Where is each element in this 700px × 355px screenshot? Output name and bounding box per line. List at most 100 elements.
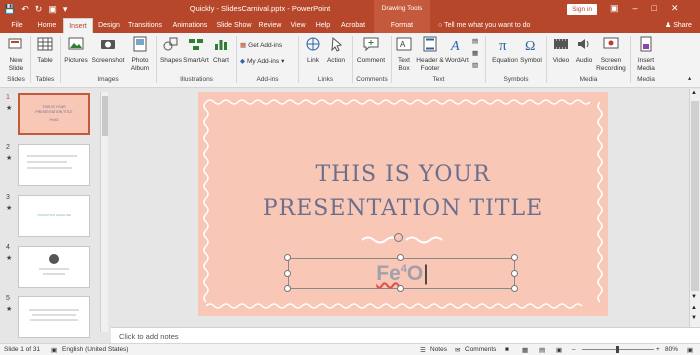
resize-handle[interactable] [284, 270, 291, 277]
equation-button[interactable]: π Equation [490, 36, 520, 65]
tab-help[interactable]: Help [312, 18, 334, 33]
screen-recording-button[interactable]: Screen Recording [596, 36, 626, 73]
sign-in-button[interactable]: Sign in [567, 4, 597, 15]
tab-file[interactable]: File [6, 18, 28, 33]
slide-title-line-2[interactable]: PRESENTATION TITLE [198, 196, 608, 221]
tab-format[interactable]: Format [374, 18, 430, 33]
minimize-icon[interactable]: – [633, 3, 638, 14]
tell-me-search[interactable]: ○ Tell me what you want to do [438, 18, 530, 33]
normal-view-icon[interactable]: ■ [505, 346, 509, 353]
slide-sorter-icon[interactable]: ▦ [522, 346, 528, 354]
notes-toggle[interactable]: Notes [430, 346, 447, 353]
subtitle-end: O [406, 262, 424, 285]
pictures-icon [68, 37, 84, 50]
maximize-icon[interactable]: □ [652, 3, 657, 14]
smartart-button[interactable]: SmartArt [183, 36, 209, 65]
store-icon: ▦ [240, 42, 247, 49]
slide-thumbnail-5[interactable] [18, 296, 90, 338]
group-label-symbols: Symbols [503, 76, 529, 83]
omega-icon: Ω [525, 39, 535, 54]
pictures-button[interactable]: Pictures [62, 36, 90, 65]
resize-handle[interactable] [511, 285, 518, 292]
tab-insert[interactable]: Insert [63, 18, 93, 33]
notes-pane[interactable]: Click to add notes [111, 327, 700, 343]
shapes-button[interactable]: Shapes [159, 36, 183, 65]
resize-handle[interactable] [511, 254, 518, 261]
insert-media-button[interactable]: Insert Media [633, 36, 659, 73]
reading-view-icon[interactable]: ▤ [539, 346, 545, 354]
scroll-up-icon[interactable]: ▲ [691, 90, 697, 96]
screenshot-button[interactable]: Screenshot [91, 36, 125, 65]
video-button[interactable]: Video [550, 36, 572, 65]
group-label-addins: Add-ins [256, 76, 279, 83]
tab-slide-show[interactable]: Slide Show [213, 18, 255, 33]
ribbon-display-icon[interactable]: ▣ [610, 3, 619, 14]
zoom-in-icon[interactable]: + [656, 346, 660, 353]
resize-handle[interactable] [397, 254, 404, 261]
chart-button[interactable]: Chart [210, 36, 232, 65]
animation-star-icon: ★ [6, 105, 13, 112]
next-slide-icon[interactable]: ▼ [691, 315, 697, 321]
collapse-ribbon-button[interactable]: ▴ [688, 75, 691, 83]
scroll-down-icon[interactable]: ▼ [691, 294, 697, 300]
zoom-out-icon[interactable]: – [572, 346, 576, 353]
tab-design[interactable]: Design [94, 18, 124, 33]
photo-album-button[interactable]: Photo Album [126, 36, 154, 73]
get-addins-button[interactable]: ▦ Get Add-ins [240, 42, 282, 50]
slide-thumbnail-2[interactable] [18, 144, 90, 186]
header-footer-button[interactable]: Header & Footer [416, 36, 444, 73]
text-small-button-2[interactable]: ▦ [472, 50, 478, 58]
tab-view[interactable]: View [286, 18, 310, 33]
comments-toggle[interactable]: Comments [465, 346, 496, 353]
notes-icon[interactable]: ☰ [420, 346, 426, 354]
tab-transitions[interactable]: Transitions [126, 18, 164, 33]
share-button[interactable]: ♟ Share [665, 18, 692, 33]
tab-animations[interactable]: Animations [168, 18, 212, 33]
slide-thumbnail-3[interactable]: TRANSITION HEADLINE [18, 195, 90, 237]
audio-button[interactable]: Audio [573, 36, 595, 65]
resize-handle[interactable] [284, 285, 291, 292]
resize-handle[interactable] [397, 285, 404, 292]
comments-icon[interactable]: ✉ [455, 346, 460, 354]
link-icon [306, 37, 320, 51]
scrollbar-thumb[interactable] [101, 96, 108, 136]
rotation-handle[interactable] [394, 233, 403, 242]
link-button[interactable]: Link [302, 36, 324, 65]
tab-review[interactable]: Review [256, 18, 284, 33]
close-icon[interactable]: ✕ [671, 3, 679, 14]
zoom-slider-thumb[interactable] [616, 346, 619, 353]
resize-handle[interactable] [511, 270, 518, 277]
spelling-icon[interactable]: ▣ [51, 346, 57, 354]
wordart-button[interactable]: A WordArt [445, 36, 469, 65]
subtitle-base: Fe [376, 262, 401, 285]
my-addins-icon: ◆ [240, 58, 245, 65]
scrollbar-thumb[interactable] [691, 101, 699, 291]
resize-handle[interactable] [284, 254, 291, 261]
text-small-button-3[interactable]: ▧ [472, 62, 478, 70]
table-button[interactable]: Table [33, 36, 57, 65]
tab-home[interactable]: Home [32, 18, 62, 33]
new-slide-button[interactable]: New Slide [3, 36, 29, 73]
subtitle-text[interactable]: Fe4O| [289, 262, 516, 286]
symbol-button[interactable]: Ω Symbol [519, 36, 543, 65]
zoom-level[interactable]: 80% [665, 346, 678, 353]
slide-canvas[interactable]: THIS IS YOUR PRESENTATION TITLE Fe4O| [198, 92, 608, 316]
language-indicator[interactable]: English (United States) [62, 346, 128, 353]
tab-acrobat[interactable]: Acrobat [337, 18, 369, 33]
fit-slide-icon[interactable]: ▣ [687, 346, 693, 354]
previous-slide-icon[interactable]: ▲ [691, 305, 697, 311]
text-box-button[interactable]: A Text Box [393, 36, 415, 73]
my-addins-button[interactable]: ◆ My Add-ins ▾ [240, 58, 284, 66]
thumbnail-scrollbar[interactable] [100, 92, 108, 332]
action-button[interactable]: Action [324, 36, 348, 65]
slide-thumbnail-4[interactable] [18, 246, 90, 288]
slide-thumbnail-1[interactable]: THIS IS YOUR PRESENTATION TITLE Fe4O [18, 93, 90, 135]
text-small-button-1[interactable]: ▤ [472, 38, 478, 46]
table-label: Table [37, 57, 53, 64]
group-label-images: Images [97, 76, 119, 83]
slide-title-line-1[interactable]: THIS IS YOUR [198, 162, 608, 187]
comment-button[interactable]: Comment [355, 36, 387, 65]
screen-recording-icon [603, 37, 619, 49]
slide-scrollbar[interactable]: ▲ ▼ ▲ ▼ [689, 89, 700, 327]
slideshow-view-icon[interactable]: ▣ [556, 346, 562, 354]
